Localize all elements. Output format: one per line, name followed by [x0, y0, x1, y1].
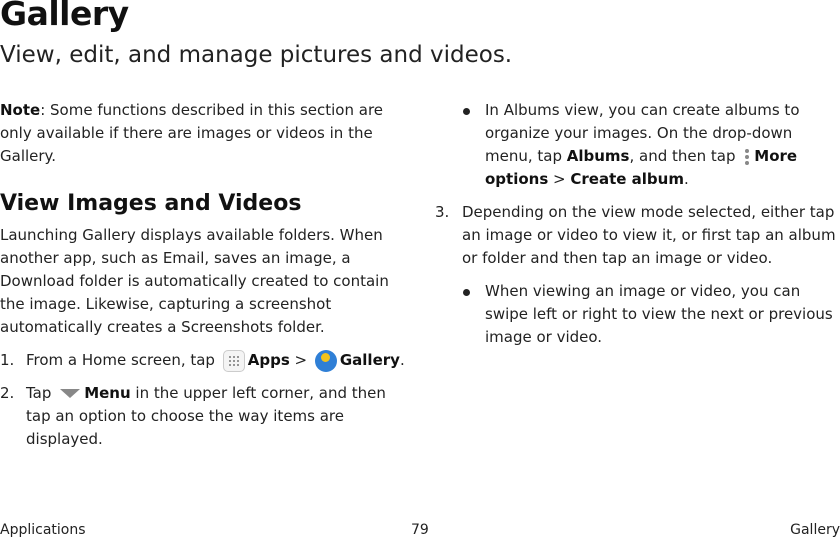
period: .	[399, 351, 405, 369]
step-number: 2.	[0, 384, 15, 402]
section-heading: View Images and Videos	[0, 191, 302, 216]
period: .	[683, 170, 689, 188]
step-text: Depending on the view mode selected, eit…	[462, 203, 836, 267]
create-album-label: Create album	[570, 170, 684, 188]
separator: >	[548, 170, 571, 188]
step-text: From a Home screen, tap	[26, 351, 215, 369]
bullet-dot	[463, 108, 470, 115]
page-title: Gallery	[0, 0, 129, 33]
bullet-albums: In Albums view, you can create albums to…	[435, 99, 840, 191]
gallery-icon	[314, 349, 337, 372]
bullet-dot	[463, 289, 470, 296]
menu-label: Menu	[84, 384, 131, 402]
left-column: Note: Some functions described in this s…	[0, 99, 410, 451]
bullet-text: When viewing an image or video, you can …	[485, 282, 833, 346]
note-label: Note	[0, 101, 41, 119]
footer-section-label: Applications	[0, 522, 86, 538]
right-column: In Albums view, you can create albums to…	[435, 99, 840, 349]
gallery-label: Gallery	[339, 351, 400, 369]
note-paragraph: Note: Some functions described in this s…	[0, 99, 410, 168]
more-options-icon	[745, 148, 750, 165]
bullet-text: , and then tap	[629, 147, 736, 165]
page-number: 79	[411, 522, 429, 538]
albums-label: Albums	[566, 147, 630, 165]
step-number: 1.	[0, 351, 15, 369]
step-number: 3.	[435, 203, 450, 221]
section-intro: Launching Gallery displays available fol…	[0, 226, 389, 336]
apps-label: Apps	[247, 351, 290, 369]
step-1: 1. From a Home screen, tap Apps > Galler…	[0, 349, 410, 372]
step-text: Tap	[26, 384, 52, 402]
note-text: : Some functions described in this secti…	[0, 101, 384, 165]
footer-chapter-label: Gallery	[790, 522, 840, 538]
apps-icon	[222, 349, 245, 372]
page-subtitle: View, edit, and manage pictures and vide…	[0, 42, 513, 68]
step-2: 2. Tap Menu in the upper left corner, an…	[0, 382, 410, 451]
step-3: 3. Depending on the view mode selected, …	[435, 201, 840, 270]
separator: >	[289, 351, 312, 369]
bullet-swipe: When viewing an image or video, you can …	[435, 280, 840, 349]
menu-icon	[60, 389, 81, 398]
